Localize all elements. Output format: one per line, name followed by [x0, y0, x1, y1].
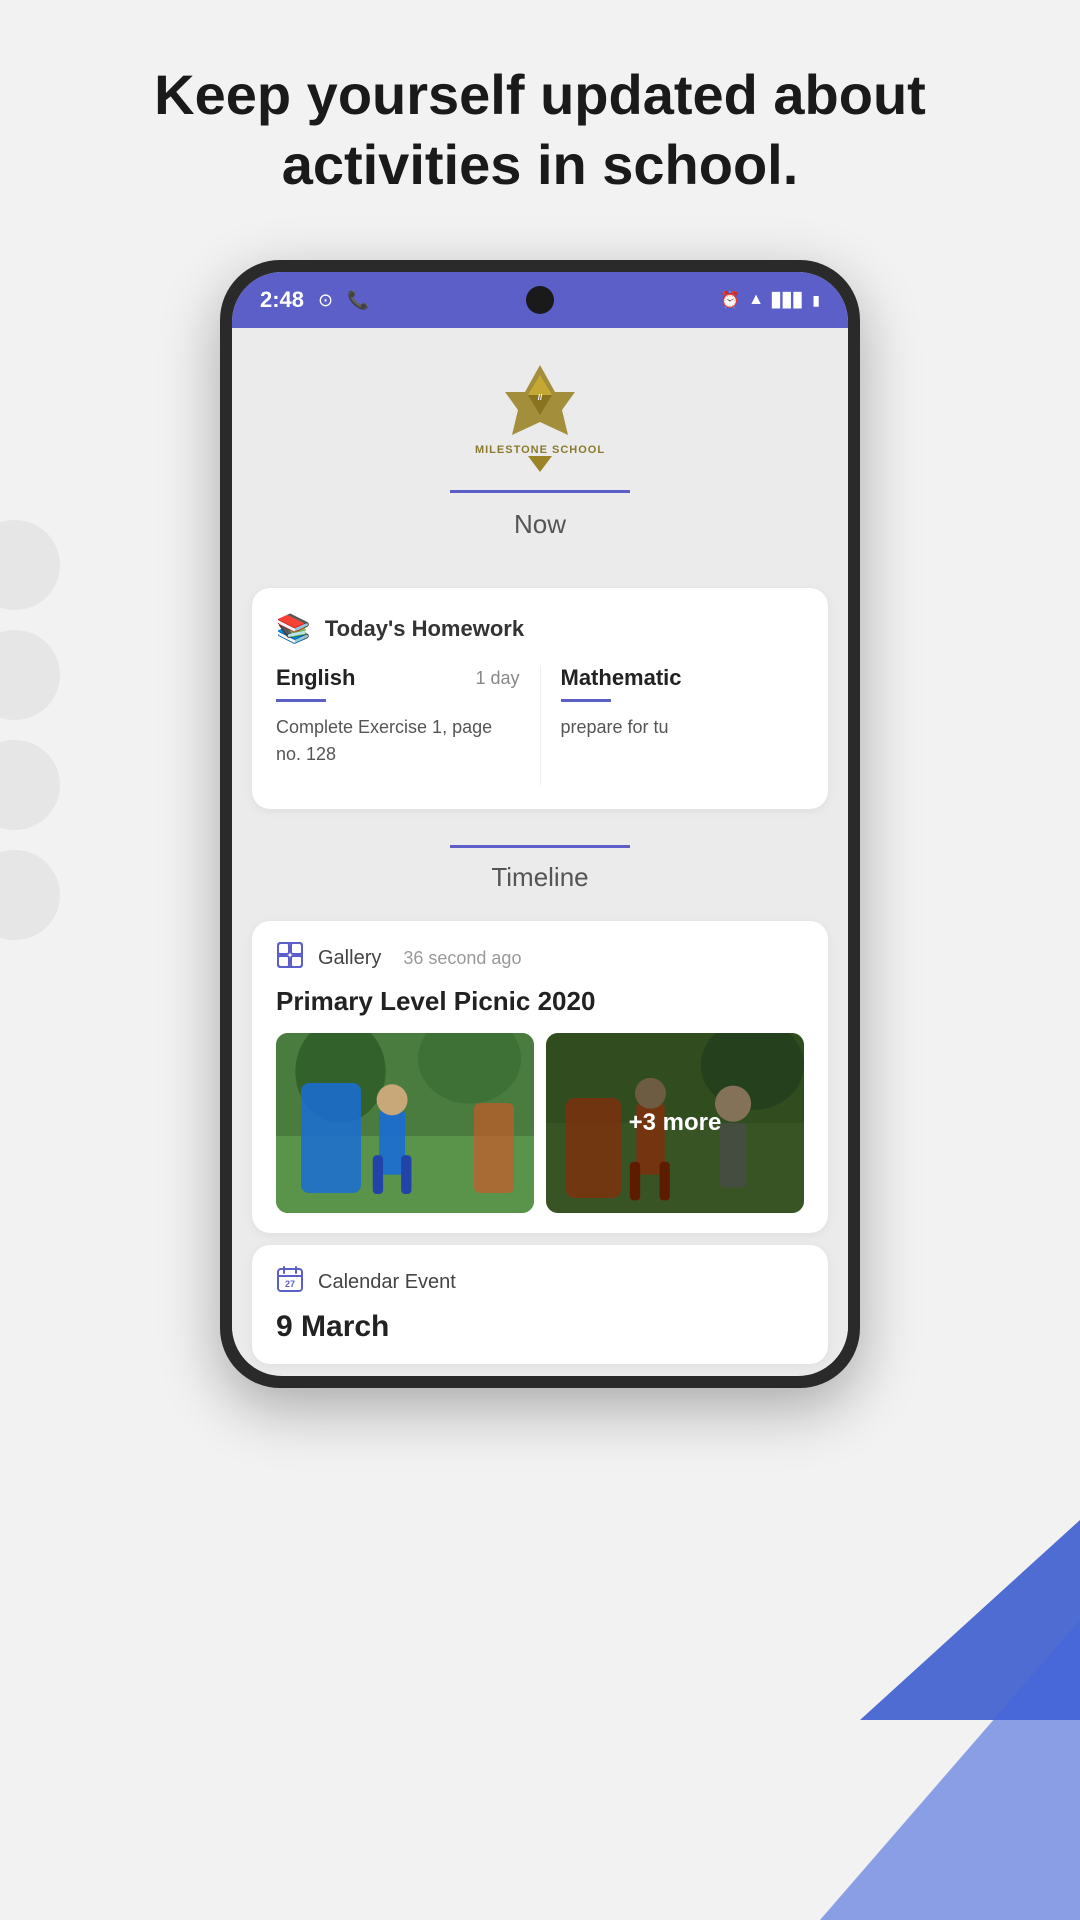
signal-icon: ▊▊▊: [772, 292, 804, 309]
homework-row: English 1 day Complete Exercise 1, page …: [276, 665, 804, 785]
school-logo: // MILESTONE SCHOOL: [475, 360, 605, 472]
phone-mockup: 2:48 ⊙ 📞 ⏰ ▲ ▊▊▊ ▮: [0, 240, 1080, 1408]
gallery-icon-svg: [276, 941, 304, 969]
spotify-icon: ⊙: [318, 290, 333, 311]
whatsapp-icon: 📞: [347, 290, 369, 311]
camera-notch: [526, 286, 554, 314]
gallery-header: Gallery 36 second ago: [276, 941, 804, 976]
logo-area: // MILESTONE SCHOOL Now: [232, 328, 848, 576]
status-icons-right: ⏰ ▲ ▊▊▊ ▮: [720, 290, 820, 310]
homework-english-header: English 1 day: [276, 665, 520, 691]
gallery-type-label: Gallery: [318, 947, 381, 970]
math-underline: [561, 699, 611, 702]
english-subject-title: English: [276, 665, 355, 691]
homework-icon: 📚: [276, 612, 311, 645]
calendar-icon: 27: [276, 1265, 304, 1300]
timeline-label: Timeline: [491, 862, 588, 893]
now-label: Now: [514, 509, 566, 556]
photo-1-svg: [276, 1033, 534, 1213]
deco-triangle-2: [820, 1620, 1080, 1920]
status-bar: 2:48 ⊙ 📞 ⏰ ▲ ▊▊▊ ▮: [232, 272, 848, 328]
timeline-underline: [450, 845, 630, 848]
gallery-time-label: 36 second ago: [403, 948, 521, 969]
phone-screen: 2:48 ⊙ 📞 ⏰ ▲ ▊▊▊ ▮: [232, 272, 848, 1376]
homework-card-header: 📚 Today's Homework: [276, 612, 804, 645]
school-name-label: MILESTONE SCHOOL: [475, 444, 605, 456]
english-description: Complete Exercise 1, page no. 128: [276, 714, 520, 768]
wifi-icon: ▲: [748, 291, 764, 309]
gallery-icon: [276, 941, 304, 976]
homework-title: Today's Homework: [325, 616, 524, 642]
calendar-event-card: 27 Calendar Event 9 March: [252, 1245, 828, 1364]
more-overlay: +3 more: [546, 1033, 804, 1213]
svg-text://: //: [538, 393, 543, 402]
svg-text:27: 27: [285, 1279, 295, 1289]
calendar-icon-svg: 27: [276, 1265, 304, 1293]
status-icons-left: 2:48 ⊙ 📞: [260, 287, 370, 313]
gallery-photo-2[interactable]: +3 more: [546, 1033, 804, 1213]
alarm-icon: ⏰: [720, 290, 740, 310]
app-content: // MILESTONE SCHOOL Now: [232, 328, 848, 1364]
english-underline: [276, 699, 326, 702]
logo-arrow-icon: [528, 456, 552, 472]
homework-english: English 1 day Complete Exercise 1, page …: [276, 665, 541, 785]
status-time: 2:48: [260, 287, 304, 313]
logo-svg: //: [500, 360, 580, 440]
gallery-title: Primary Level Picnic 2020: [276, 986, 804, 1017]
more-count-label: +3 more: [629, 1109, 722, 1137]
page-header: Keep yourself updated about activities i…: [0, 0, 1080, 240]
math-subject-title: Mathematic: [561, 665, 682, 691]
gallery-photo-1[interactable]: [276, 1033, 534, 1213]
homework-math: Mathematic prepare for tu: [541, 665, 805, 785]
gallery-images: +3 more: [276, 1033, 804, 1213]
math-description: prepare for tu: [561, 714, 805, 741]
phone-frame: 2:48 ⊙ 📞 ⏰ ▲ ▊▊▊ ▮: [220, 260, 860, 1388]
event-type-label: Calendar Event: [318, 1271, 456, 1294]
english-due: 1 day: [475, 668, 519, 689]
battery-icon: ▮: [812, 292, 820, 309]
header-underline: [450, 490, 630, 493]
event-header: 27 Calendar Event: [276, 1265, 804, 1300]
event-date: 9 March: [276, 1310, 804, 1344]
homework-math-header: Mathematic: [561, 665, 805, 691]
gallery-card: Gallery 36 second ago Primary Level Picn…: [252, 921, 828, 1233]
timeline-divider: Timeline: [232, 821, 848, 909]
homework-card: 📚 Today's Homework English 1 day: [252, 588, 828, 809]
